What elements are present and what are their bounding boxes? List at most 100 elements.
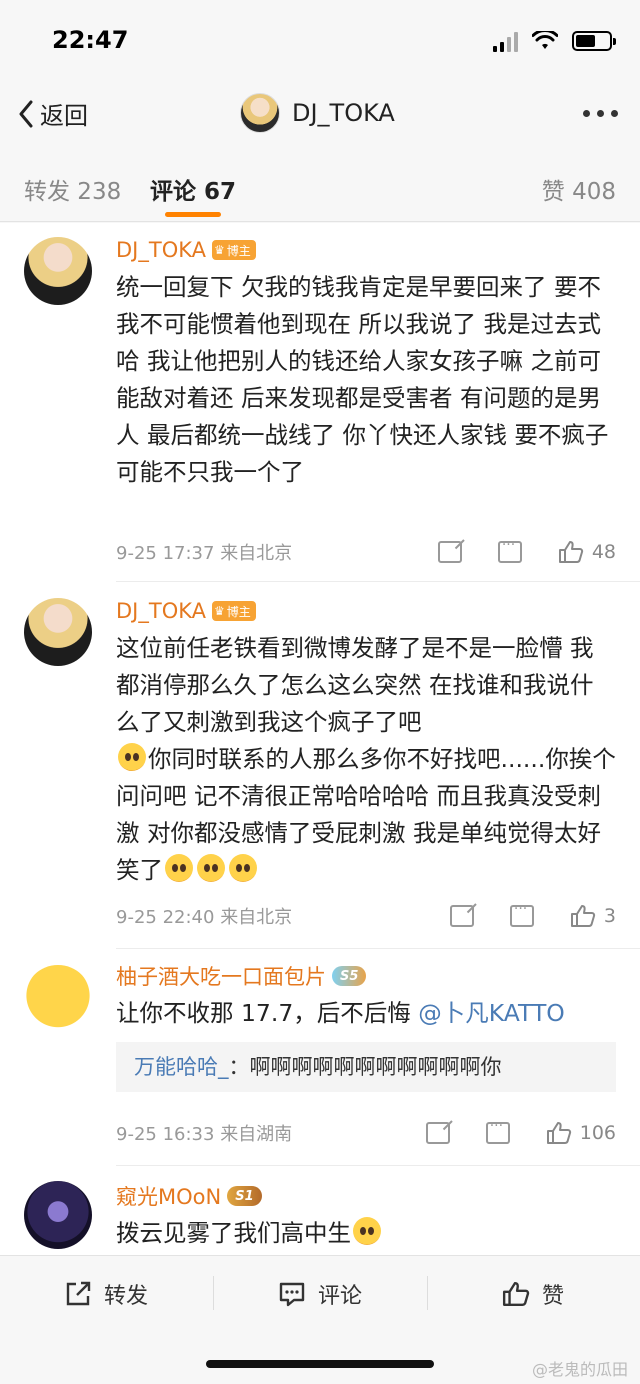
comment-header: DJ_TOKA ♛ 博主 — [116, 596, 616, 626]
comment-label: 评论 — [318, 1284, 363, 1309]
avatar[interactable] — [24, 237, 92, 305]
emoji-icon — [118, 743, 146, 771]
reply-preview[interactable]: 万能哈哈_：啊啊啊啊啊啊啊啊啊啊啊你 — [116, 1042, 616, 1092]
comment-text-part: 这位前任老铁看到微博发酵了是不是一脸懵 我都消停那么久了怎么这么突然 在找谁和我… — [116, 634, 594, 736]
repost-button[interactable]: 转发 — [64, 1278, 148, 1310]
avatar[interactable] — [24, 965, 92, 1033]
status-bar: 22:47 — [0, 0, 640, 80]
tab-repost[interactable]: 转发 238 — [24, 172, 121, 206]
comment-text-part: 拨云见雾了我们高中生 — [116, 1219, 351, 1247]
watermark: @老鬼的瓜田 — [531, 1360, 628, 1379]
comment-header: 窥光MOoN S1 — [116, 1181, 616, 1211]
comment-time: 9-25 17:37 — [116, 543, 215, 564]
back-label: 返回 — [40, 102, 88, 130]
status-icons — [493, 30, 616, 52]
like-button[interactable]: 3 — [570, 904, 616, 928]
username[interactable]: DJ_TOKA — [116, 238, 206, 262]
more-options-button[interactable] — [583, 110, 618, 117]
nav-profile[interactable]: DJ_TOKA — [240, 93, 395, 133]
username[interactable]: 柚子酒大吃一口面包片 — [116, 961, 326, 991]
like-button[interactable]: 赞 — [502, 1278, 564, 1310]
comment-body: 窥光MOoN S1 拨云见雾了我们高中生 — [116, 1181, 616, 1252]
comment-text: 这位前任老铁看到微博发酵了是不是一脸懵 我都消停那么久了怎么这么突然 在找谁和我… — [116, 630, 616, 889]
comment-body: DJ_TOKA ♛ 博主 这位前任老铁看到微博发酵了是不是一脸懵 我都消停那么久了… — [116, 596, 616, 889]
page-title: DJ_TOKA — [292, 99, 395, 127]
comment-text-part: 让你不收那 17.7，后不后悔 — [116, 999, 419, 1027]
comment-time-location: 9-25 16:33 来自湖南 — [116, 1120, 426, 1146]
nav-bar: 返回 DJ_TOKA — [0, 80, 640, 150]
battery-icon — [572, 31, 616, 51]
comment-text: 让你不收那 17.7，后不后悔 @卜凡KATTO — [116, 995, 616, 1032]
crown-icon: ♛ — [214, 604, 225, 618]
home-indicator[interactable] — [206, 1360, 434, 1368]
reply-icon[interactable] — [497, 537, 522, 563]
thumbs-up-icon — [502, 1282, 530, 1306]
status-time: 22:47 — [52, 26, 129, 54]
level-badge: S1 — [227, 1186, 262, 1206]
reply-icon[interactable] — [509, 901, 534, 927]
avatar[interactable] — [24, 1181, 92, 1249]
comment-header: 柚子酒大吃一口面包片 S5 — [116, 961, 616, 991]
comment-body: 柚子酒大吃一口面包片 S5 让你不收那 17.7，后不后悔 @卜凡KATTO 万… — [116, 961, 616, 1092]
divider — [213, 1276, 214, 1310]
like-count: 48 — [591, 541, 616, 563]
like-count: 106 — [579, 1122, 616, 1144]
wifi-icon — [532, 31, 558, 49]
comment-body: DJ_TOKA ♛ 博主 统一回复下 欠我的钱我肯定是早要回来了 要不我不可能惯着… — [116, 235, 616, 491]
like-button[interactable]: 106 — [546, 1121, 616, 1145]
host-badge: ♛ 博主 — [212, 240, 256, 260]
pleading-face-icon — [229, 854, 257, 882]
mention-link[interactable]: @卜凡KATTO — [418, 999, 565, 1027]
comment-list: DJ_TOKA ♛ 博主 统一回复下 欠我的钱我肯定是早要回来了 要不我不可能惯着… — [0, 223, 640, 1255]
comment-time-location: 9-25 22:40 来自北京 — [116, 903, 450, 929]
comment-meta: 9-25 17:37 来自北京 48 — [116, 537, 616, 567]
like-count: 3 — [603, 905, 616, 927]
pleading-face-icon — [197, 854, 225, 882]
username[interactable]: DJ_TOKA — [116, 599, 206, 623]
reply-icon[interactable] — [485, 1118, 510, 1144]
like-label: 赞 — [542, 1284, 565, 1309]
comment-location: 来自北京 — [220, 543, 293, 564]
comment-meta: 9-25 22:40 来自北京 3 — [116, 901, 616, 931]
comment-meta: 9-25 16:33 来自湖南 106 — [116, 1118, 616, 1148]
pleading-face-icon — [353, 1217, 381, 1245]
comment-header: DJ_TOKA ♛ 博主 — [116, 235, 616, 265]
divider — [116, 1165, 640, 1166]
share-icon[interactable] — [425, 1122, 450, 1144]
comment-time: 9-25 16:33 — [116, 1124, 215, 1145]
comment-text: 拨云见雾了我们高中生 — [116, 1215, 616, 1252]
tab-comments[interactable]: 评论 67 — [150, 172, 236, 206]
avatar[interactable] — [24, 598, 92, 666]
comment-button[interactable]: 评论 — [278, 1278, 362, 1310]
comment-time-location: 9-25 17:37 来自北京 — [116, 539, 438, 565]
tab-likes[interactable]: 赞 408 — [542, 172, 616, 206]
repost-label: 转发 — [104, 1284, 149, 1309]
share-icon[interactable] — [449, 905, 474, 927]
comment-location: 来自北京 — [220, 907, 293, 928]
pleading-face-icon — [165, 854, 193, 882]
signal-icon — [493, 30, 518, 52]
host-badge-label: 博主 — [226, 243, 251, 258]
avatar[interactable] — [240, 93, 280, 133]
share-icon — [66, 1281, 91, 1306]
comment-location: 来自湖南 — [220, 1124, 293, 1145]
username[interactable]: 窥光MOoN — [116, 1181, 221, 1211]
host-badge-label: 博主 — [226, 604, 251, 619]
chevron-left-icon — [19, 100, 33, 127]
divider — [427, 1276, 428, 1310]
tab-bar: 转发 238 评论 67 赞 408 — [0, 150, 640, 222]
back-button[interactable]: 返回 — [18, 96, 88, 131]
host-badge: ♛ 博主 — [212, 601, 256, 621]
thumbs-up-icon — [558, 541, 583, 563]
divider — [116, 948, 640, 949]
comment-actions: 48 — [437, 537, 616, 564]
comment-text: 统一回复下 欠我的钱我肯定是早要回来了 要不我不可能惯着他到现在 所以我说了 我… — [116, 273, 609, 486]
divider — [116, 581, 640, 582]
reply-username[interactable]: 万能哈哈_ — [134, 1055, 229, 1079]
comment-time: 9-25 22:40 — [116, 907, 215, 928]
reply-text: ：啊啊啊啊啊啊啊啊啊啊啊你 — [228, 1055, 502, 1079]
tab-active-indicator — [165, 212, 221, 217]
thumbs-up-icon — [546, 1122, 571, 1144]
like-button[interactable]: 48 — [558, 540, 616, 564]
share-icon[interactable] — [437, 541, 462, 563]
